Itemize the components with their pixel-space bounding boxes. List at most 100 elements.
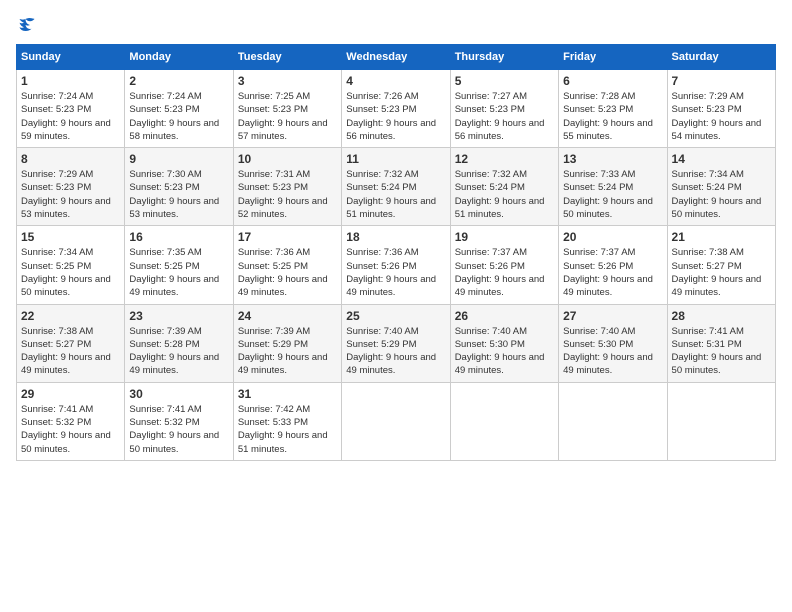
calendar-week-1: 1 Sunrise: 7:24 AMSunset: 5:23 PMDaylight… <box>17 70 776 148</box>
day-info: Sunrise: 7:39 AMSunset: 5:28 PMDaylight:… <box>129 325 228 378</box>
calendar-cell: 1 Sunrise: 7:24 AMSunset: 5:23 PMDaylight… <box>17 70 125 148</box>
calendar-cell: 6 Sunrise: 7:28 AMSunset: 5:23 PMDaylight… <box>559 70 667 148</box>
calendar-week-2: 8 Sunrise: 7:29 AMSunset: 5:23 PMDaylight… <box>17 148 776 226</box>
calendar-cell: 19 Sunrise: 7:37 AMSunset: 5:26 PMDayligh… <box>450 226 558 304</box>
day-number: 25 <box>346 309 445 323</box>
calendar-cell: 26 Sunrise: 7:40 AMSunset: 5:30 PMDayligh… <box>450 304 558 382</box>
day-number: 20 <box>563 230 662 244</box>
calendar-cell: 28 Sunrise: 7:41 AMSunset: 5:31 PMDayligh… <box>667 304 775 382</box>
day-number: 31 <box>238 387 337 401</box>
day-info: Sunrise: 7:35 AMSunset: 5:25 PMDaylight:… <box>129 246 228 299</box>
day-number: 7 <box>672 74 771 88</box>
calendar-cell: 22 Sunrise: 7:38 AMSunset: 5:27 PMDayligh… <box>17 304 125 382</box>
day-number: 10 <box>238 152 337 166</box>
day-number: 18 <box>346 230 445 244</box>
calendar-cell: 13 Sunrise: 7:33 AMSunset: 5:24 PMDayligh… <box>559 148 667 226</box>
calendar-cell: 2Sunrise: 7:24 AMSunset: 5:23 PMDaylight… <box>125 70 233 148</box>
day-info: Sunrise: 7:28 AMSunset: 5:23 PMDaylight:… <box>563 90 662 143</box>
calendar-header-sunday: Sunday <box>17 45 125 70</box>
calendar-cell <box>450 382 558 460</box>
day-number: 21 <box>672 230 771 244</box>
day-info: Sunrise: 7:34 AMSunset: 5:25 PMDaylight:… <box>21 246 120 299</box>
day-info: Sunrise: 7:37 AMSunset: 5:26 PMDaylight:… <box>563 246 662 299</box>
day-info: Sunrise: 7:29 AMSunset: 5:23 PMDaylight:… <box>672 90 771 143</box>
day-number: 16 <box>129 230 228 244</box>
day-info: Sunrise: 7:33 AMSunset: 5:24 PMDaylight:… <box>563 168 662 221</box>
day-info: Sunrise: 7:38 AMSunset: 5:27 PMDaylight:… <box>21 325 120 378</box>
calendar-header-thursday: Thursday <box>450 45 558 70</box>
calendar-cell: 14 Sunrise: 7:34 AMSunset: 5:24 PMDayligh… <box>667 148 775 226</box>
day-number: 2 <box>129 74 228 88</box>
calendar-cell: 23 Sunrise: 7:39 AMSunset: 5:28 PMDayligh… <box>125 304 233 382</box>
day-info: Sunrise: 7:40 AMSunset: 5:29 PMDaylight:… <box>346 325 445 378</box>
day-info: Sunrise: 7:26 AMSunset: 5:23 PMDaylight:… <box>346 90 445 143</box>
day-number: 29 <box>21 387 120 401</box>
day-info: Sunrise: 7:41 AMSunset: 5:32 PMDaylight:… <box>129 403 228 456</box>
day-number: 6 <box>563 74 662 88</box>
calendar-cell: 9Sunrise: 7:30 AMSunset: 5:23 PMDaylight… <box>125 148 233 226</box>
day-info: Sunrise: 7:40 AMSunset: 5:30 PMDaylight:… <box>455 325 554 378</box>
calendar-header-tuesday: Tuesday <box>233 45 341 70</box>
day-info: Sunrise: 7:32 AMSunset: 5:24 PMDaylight:… <box>346 168 445 221</box>
day-number: 11 <box>346 152 445 166</box>
calendar-header-monday: Monday <box>125 45 233 70</box>
day-number: 27 <box>563 309 662 323</box>
calendar-cell: 10Sunrise: 7:31 AMSunset: 5:23 PMDayligh… <box>233 148 341 226</box>
calendar-cell: 11 Sunrise: 7:32 AMSunset: 5:24 PMDayligh… <box>342 148 450 226</box>
calendar-cell: 7 Sunrise: 7:29 AMSunset: 5:23 PMDaylight… <box>667 70 775 148</box>
calendar-cell: 25 Sunrise: 7:40 AMSunset: 5:29 PMDayligh… <box>342 304 450 382</box>
calendar-week-5: 29 Sunrise: 7:41 AMSunset: 5:32 PMDayligh… <box>17 382 776 460</box>
calendar-header-friday: Friday <box>559 45 667 70</box>
logo <box>16 16 36 34</box>
calendar-header-saturday: Saturday <box>667 45 775 70</box>
calendar-table: SundayMondayTuesdayWednesdayThursdayFrid… <box>16 44 776 461</box>
day-number: 30 <box>129 387 228 401</box>
calendar-cell: 5 Sunrise: 7:27 AMSunset: 5:23 PMDaylight… <box>450 70 558 148</box>
day-number: 12 <box>455 152 554 166</box>
calendar-cell: 3 Sunrise: 7:25 AMSunset: 5:23 PMDaylight… <box>233 70 341 148</box>
day-number: 24 <box>238 309 337 323</box>
day-number: 3 <box>238 74 337 88</box>
page-header <box>16 16 776 34</box>
calendar-cell: 8 Sunrise: 7:29 AMSunset: 5:23 PMDaylight… <box>17 148 125 226</box>
day-info: Sunrise: 7:24 AMSunset: 5:23 PMDaylight:… <box>21 90 120 143</box>
day-number: 22 <box>21 309 120 323</box>
day-info: Sunrise: 7:40 AMSunset: 5:30 PMDaylight:… <box>563 325 662 378</box>
calendar-cell: 18 Sunrise: 7:36 AMSunset: 5:26 PMDayligh… <box>342 226 450 304</box>
day-info: Sunrise: 7:41 AMSunset: 5:32 PMDaylight:… <box>21 403 120 456</box>
day-info: Sunrise: 7:36 AMSunset: 5:26 PMDaylight:… <box>346 246 445 299</box>
day-info: Sunrise: 7:36 AMSunset: 5:25 PMDaylight:… <box>238 246 337 299</box>
logo-bird-icon <box>18 16 36 34</box>
day-info: Sunrise: 7:37 AMSunset: 5:26 PMDaylight:… <box>455 246 554 299</box>
day-info: Sunrise: 7:27 AMSunset: 5:23 PMDaylight:… <box>455 90 554 143</box>
day-info: Sunrise: 7:39 AMSunset: 5:29 PMDaylight:… <box>238 325 337 378</box>
day-info: Sunrise: 7:41 AMSunset: 5:31 PMDaylight:… <box>672 325 771 378</box>
day-info: Sunrise: 7:34 AMSunset: 5:24 PMDaylight:… <box>672 168 771 221</box>
day-info: Sunrise: 7:25 AMSunset: 5:23 PMDaylight:… <box>238 90 337 143</box>
calendar-cell <box>342 382 450 460</box>
day-number: 28 <box>672 309 771 323</box>
calendar-cell: 17 Sunrise: 7:36 AMSunset: 5:25 PMDayligh… <box>233 226 341 304</box>
day-number: 9 <box>129 152 228 166</box>
day-number: 13 <box>563 152 662 166</box>
calendar-cell: 24 Sunrise: 7:39 AMSunset: 5:29 PMDayligh… <box>233 304 341 382</box>
calendar-header-wednesday: Wednesday <box>342 45 450 70</box>
calendar-cell <box>559 382 667 460</box>
day-number: 8 <box>21 152 120 166</box>
calendar-cell: 31 Sunrise: 7:42 AMSunset: 5:33 PMDayligh… <box>233 382 341 460</box>
calendar-cell: 16 Sunrise: 7:35 AMSunset: 5:25 PMDayligh… <box>125 226 233 304</box>
day-number: 14 <box>672 152 771 166</box>
day-number: 17 <box>238 230 337 244</box>
calendar-cell: 15Sunrise: 7:34 AMSunset: 5:25 PMDayligh… <box>17 226 125 304</box>
day-number: 1 <box>21 74 120 88</box>
calendar-cell: 21Sunrise: 7:38 AMSunset: 5:27 PMDayligh… <box>667 226 775 304</box>
day-number: 23 <box>129 309 228 323</box>
day-info: Sunrise: 7:42 AMSunset: 5:33 PMDaylight:… <box>238 403 337 456</box>
day-info: Sunrise: 7:32 AMSunset: 5:24 PMDaylight:… <box>455 168 554 221</box>
calendar-cell: 30 Sunrise: 7:41 AMSunset: 5:32 PMDayligh… <box>125 382 233 460</box>
day-number: 19 <box>455 230 554 244</box>
calendar-cell: 20 Sunrise: 7:37 AMSunset: 5:26 PMDayligh… <box>559 226 667 304</box>
day-number: 26 <box>455 309 554 323</box>
day-number: 5 <box>455 74 554 88</box>
day-info: Sunrise: 7:29 AMSunset: 5:23 PMDaylight:… <box>21 168 120 221</box>
